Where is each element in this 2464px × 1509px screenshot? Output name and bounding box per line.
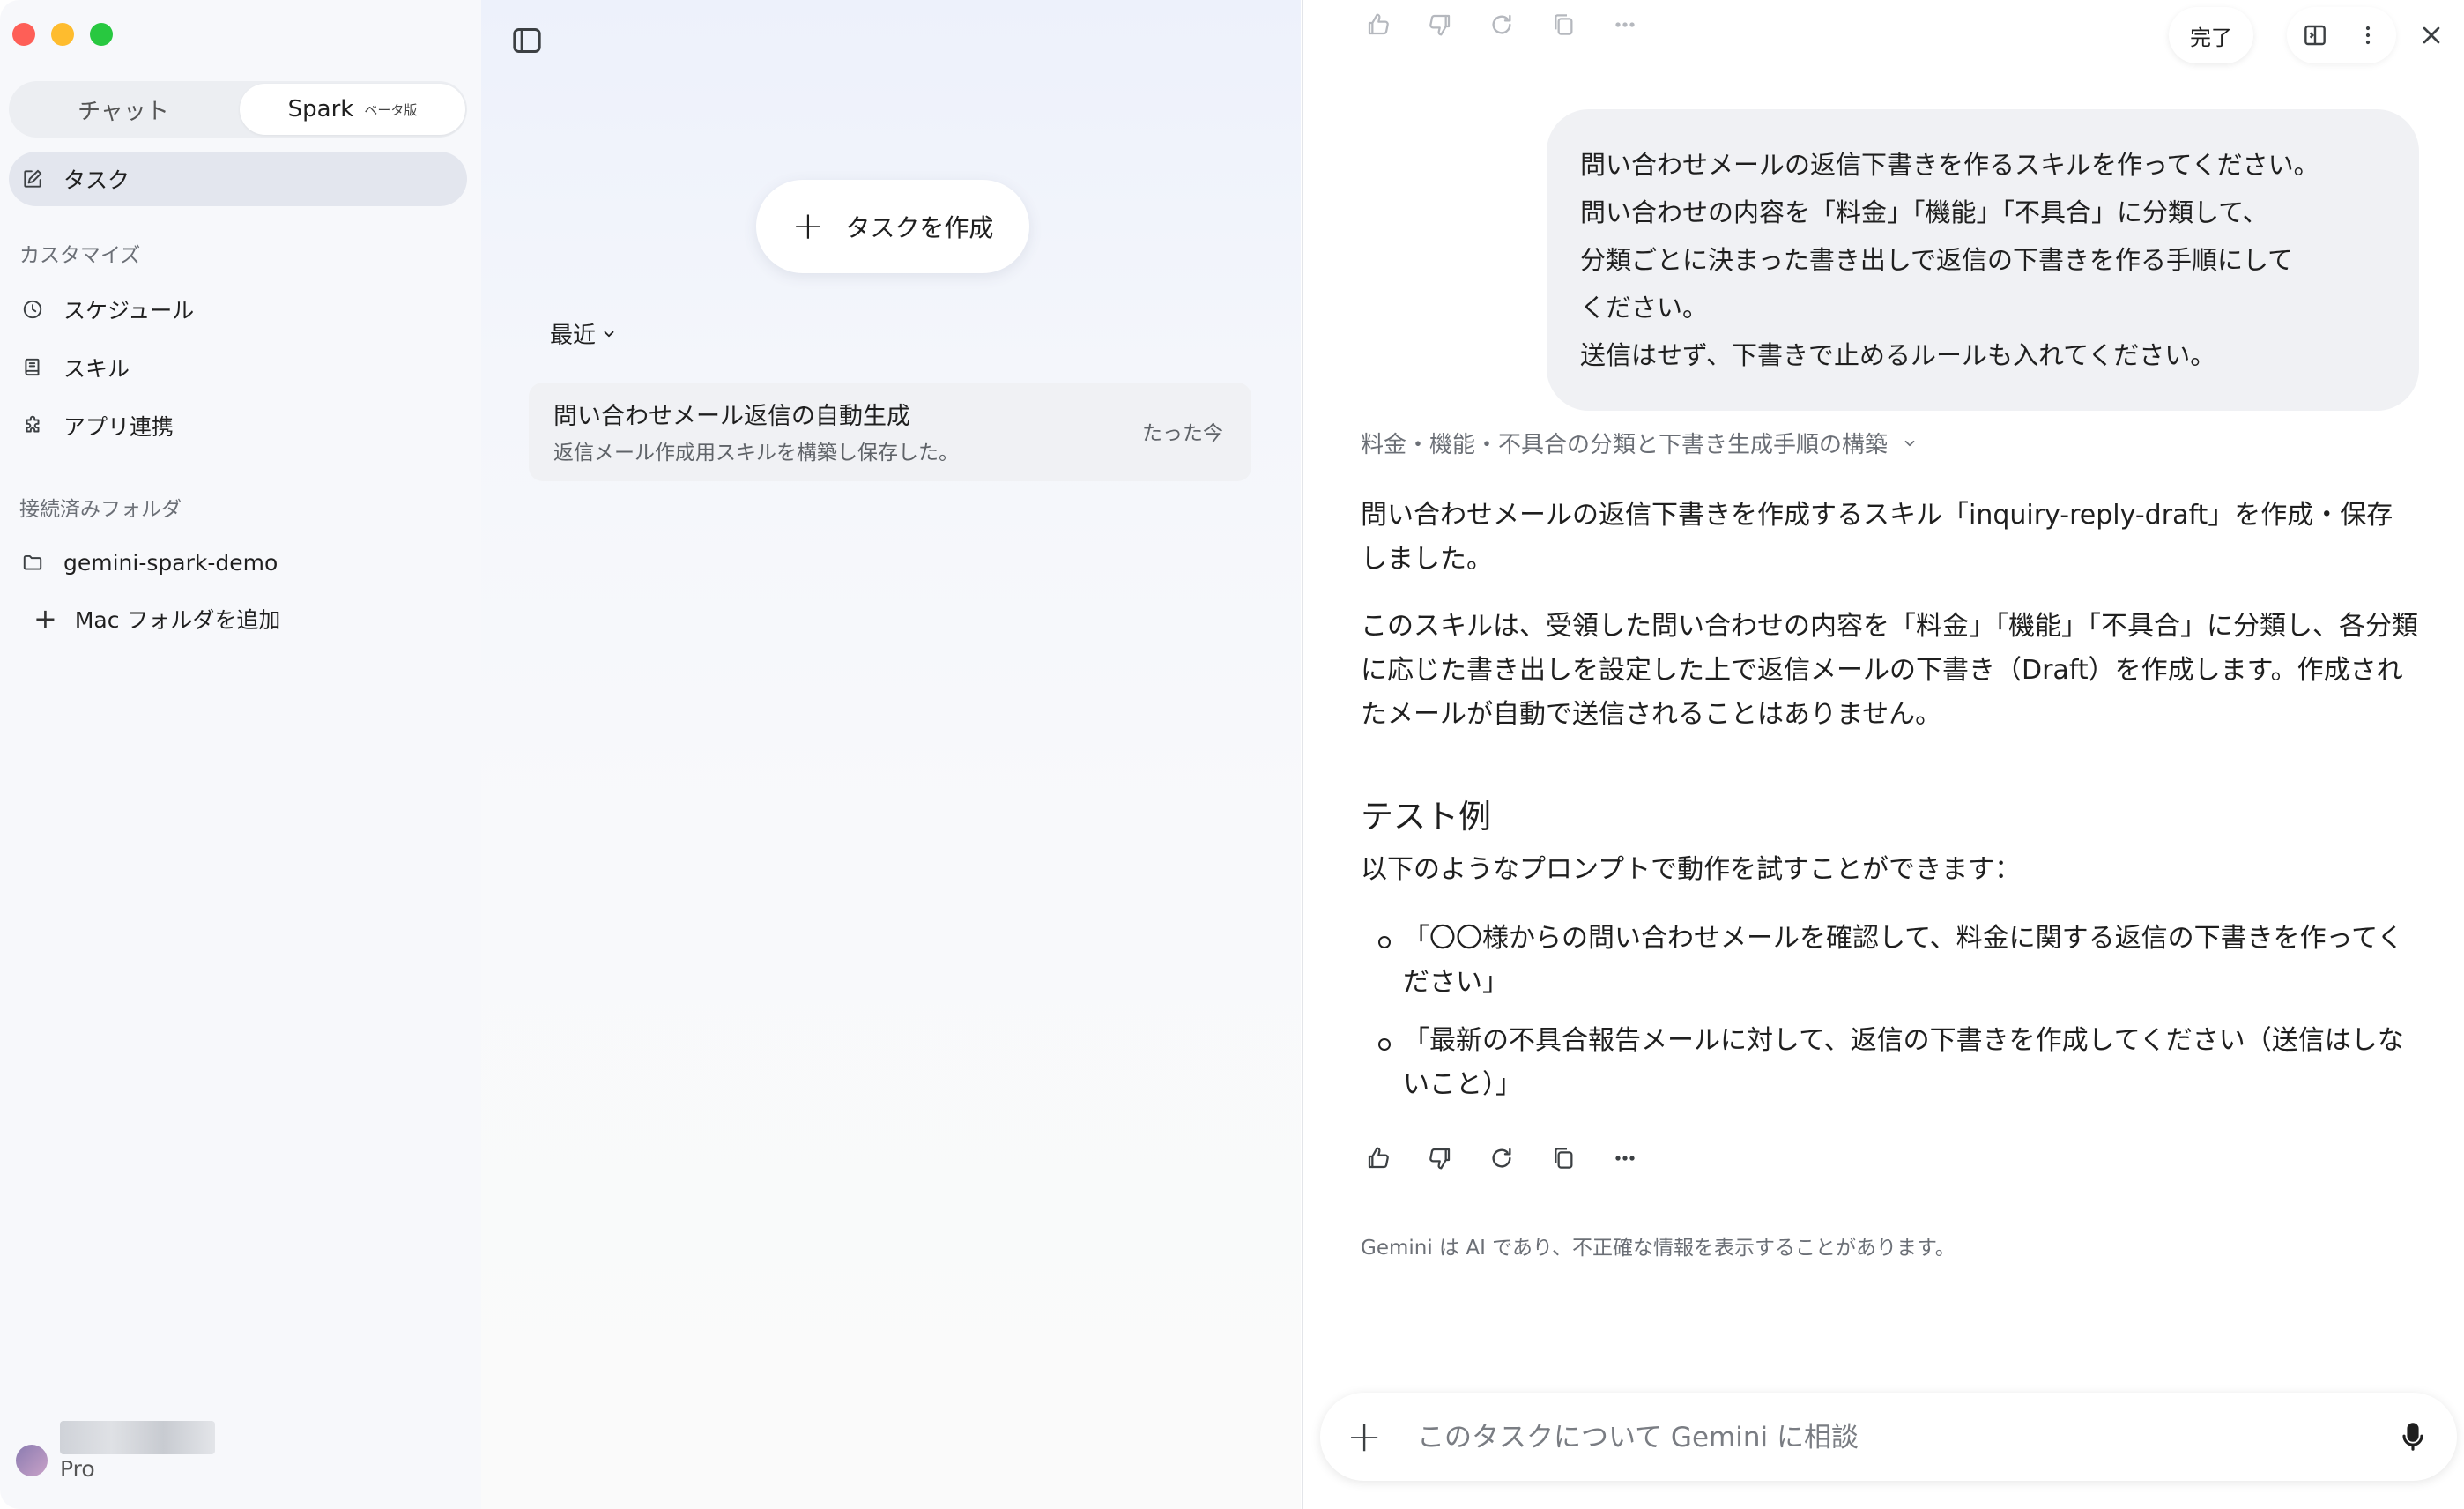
window-controls [12, 23, 113, 46]
close-panel-button[interactable] [2407, 11, 2456, 60]
thumbs-down-icon [1429, 14, 1451, 36]
task-list-item[interactable]: 問い合わせメール返信の自動生成 返信メール作成用スキルを構築し保存した。 たった… [529, 383, 1251, 481]
sidebar-item-label: スケジュール [63, 298, 195, 323]
edit-icon [19, 166, 46, 192]
copy-button[interactable] [1546, 7, 1581, 42]
redacted-username [60, 1421, 215, 1454]
sidebar-item-label: アプリ連携 [63, 414, 174, 440]
task-title: 問い合わせメール返信の自動生成 [553, 403, 910, 430]
folders-section-label: 接続済みフォルダ [19, 498, 182, 521]
plus-icon: + [33, 602, 57, 636]
chevron-down-icon [1904, 440, 1915, 446]
avatar [16, 1445, 48, 1476]
plan-label: Pro [60, 1456, 95, 1482]
create-task-button[interactable]: + タスクを作成 [756, 180, 1029, 273]
user-message-line: ください。 [1580, 293, 1709, 323]
sidebar-item-folder[interactable]: gemini-spark-demo [9, 535, 467, 590]
sidebar-toggle-icon [513, 28, 541, 53]
refresh-icon [1492, 1148, 1511, 1168]
more-options-button[interactable] [1607, 7, 1643, 42]
add-folder-button[interactable]: + Mac フォルダを追加 [33, 603, 280, 635]
minimize-window-button[interactable] [51, 23, 74, 46]
refresh-icon [1492, 14, 1511, 34]
user-message-line: 問い合わせメールの返信下書きを作るスキルを作ってください。 [1580, 150, 2319, 180]
app-window: チャット Spark ベータ版 タスク カスタマイズ スケジュール スキル アプ… [0, 0, 2464, 1509]
regenerate-button[interactable] [1484, 1141, 1519, 1176]
regenerate-button[interactable] [1484, 7, 1519, 42]
beta-badge: ベータ版 [364, 101, 418, 118]
folder-icon [19, 549, 46, 576]
recent-filter-dropdown[interactable]: 最近 [550, 317, 617, 350]
list-item: 「〇〇様からの問い合わせメールを確認して、料金に関する返信の下書きを作ってくださ… [1378, 917, 2418, 1005]
sidebar-item-label: gemini-spark-demo [63, 549, 278, 576]
microphone-icon[interactable] [2395, 1419, 2431, 1454]
thumbs-down-icon [1429, 1148, 1451, 1170]
ai-disclaimer: Gemini は AI であり、不正確な情報を表示することがあります。 [1361, 1237, 1956, 1260]
response-actions [1361, 1141, 1643, 1176]
split-panel-icon [2304, 25, 2326, 46]
copy-icon [1555, 14, 1573, 35]
user-account[interactable]: Pro [16, 1421, 215, 1482]
close-window-button[interactable] [12, 23, 35, 46]
task-subtitle: 返信メール作成用スキルを構築し保存した。 [553, 442, 959, 465]
user-message-line: 分類ごとに決まった書き出しで返信の下書きを作る手順にして [1580, 245, 2294, 275]
thumbs-up-button[interactable] [1361, 7, 1396, 42]
copy-button[interactable] [1546, 1141, 1581, 1176]
close-icon [2423, 26, 2440, 44]
sidebar-item-skill[interactable]: スキル [9, 340, 467, 395]
section-heading: テスト例 [1361, 798, 1491, 836]
user-message-line: 問い合わせの内容を「料金」「機能」「不具合」に分類して、 [1580, 197, 2268, 227]
sidebar-item-task[interactable]: タスク [9, 152, 467, 206]
bullet-list: 「〇〇様からの問い合わせメールを確認して、料金に関する返信の下書きを作ってくださ… [1378, 917, 2418, 1107]
more-vertical-button[interactable] [2350, 18, 2386, 53]
copy-icon [1555, 1148, 1573, 1169]
thumbs-up-icon [1368, 1147, 1389, 1169]
thinking-summary-toggle[interactable]: 料金・機能・不具合の分類と下書き生成手順の構築 [1361, 427, 1918, 459]
window-toolbar: 完了 [2169, 7, 2464, 63]
sidebar-item-label: スキル [63, 356, 130, 382]
task-timestamp: たった今 [1142, 422, 1223, 445]
more-options-button[interactable] [1607, 1141, 1643, 1176]
customize-section-label: カスタマイズ [19, 244, 141, 267]
split-view-button[interactable] [2297, 18, 2333, 53]
more-vertical-icon [2365, 26, 2371, 45]
thumbs-up-icon [1368, 13, 1389, 35]
top-response-actions [1361, 7, 1643, 42]
sidebar-item-label: タスク [63, 167, 130, 193]
response-paragraph: 以下のようなプロンプトで動作を試すことができます： [1361, 854, 2022, 885]
mode-switcher: チャット Spark ベータ版 [9, 81, 467, 138]
conversation-panel: 完了 問い合わせメールの返信下書きを作るスキルを作ってください。 問い合わせの内… [1302, 0, 2464, 1509]
add-attachment-button[interactable]: + [1347, 1412, 1382, 1461]
thumbs-up-button[interactable] [1361, 1141, 1396, 1176]
done-button[interactable]: 完了 [2169, 7, 2253, 63]
response-paragraph: 問い合わせメールの返信下書きを作成するスキル「inquiry-reply-dra… [1361, 500, 2393, 575]
thumbs-down-button[interactable] [1422, 7, 1458, 42]
puzzle-icon [19, 413, 46, 439]
plus-icon: + [791, 204, 825, 249]
zoom-window-button[interactable] [90, 23, 113, 46]
composer-input[interactable] [1415, 1414, 2335, 1461]
message-composer: + [1320, 1393, 2457, 1481]
clock-icon [19, 296, 46, 323]
tab-spark[interactable]: Spark ベータ版 [240, 84, 465, 135]
sidebar-item-apps[interactable]: アプリ連携 [9, 398, 467, 453]
book-icon [19, 354, 46, 381]
panel-tools [2287, 7, 2396, 63]
thumbs-down-button[interactable] [1422, 1141, 1458, 1176]
task-list-panel: + タスクを作成 最近 問い合わせメール返信の自動生成 返信メール作成用スキルを… [481, 0, 1301, 1509]
list-item: 「最新の不具合報告メールに対して、返信の下書きを作成してください（送信はしないこ… [1378, 1019, 2418, 1107]
chevron-down-icon [604, 331, 614, 337]
response-paragraph: このスキルは、受領した問い合わせの内容を「料金」「機能」「不具合」に分類し、各分… [1361, 611, 2418, 730]
more-horizontal-icon [1615, 22, 1635, 27]
sidebar-item-schedule[interactable]: スケジュール [9, 282, 467, 337]
user-message-line: 送信はせず、下書きで止めるルールも入れてください。 [1580, 340, 2216, 370]
user-message-bubble: 問い合わせメールの返信下書きを作るスキルを作ってください。 問い合わせの内容を「… [1547, 109, 2419, 411]
sidebar-toggle-button[interactable] [508, 21, 546, 60]
tab-chat[interactable]: チャット [9, 81, 238, 138]
more-horizontal-icon [1615, 1156, 1635, 1161]
sidebar: チャット Spark ベータ版 タスク カスタマイズ スケジュール スキル アプ… [0, 0, 482, 1509]
